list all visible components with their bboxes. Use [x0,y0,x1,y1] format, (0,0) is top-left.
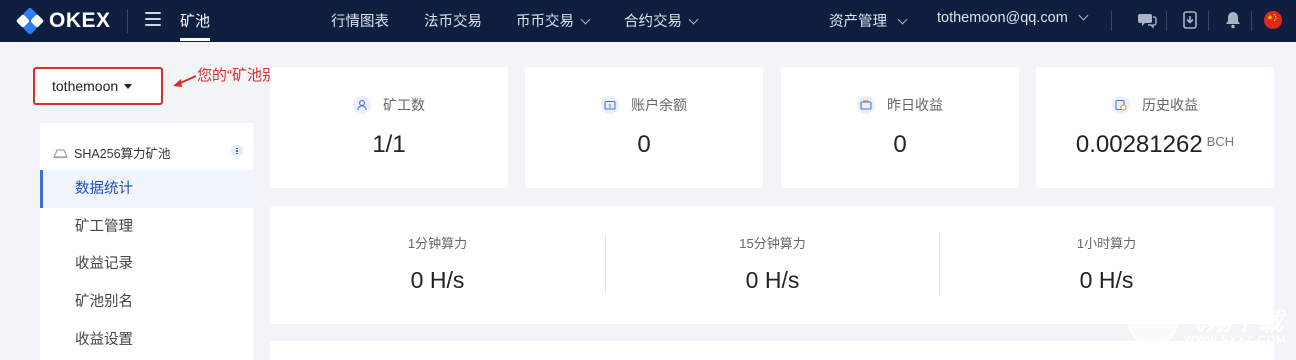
bottom-panel [270,341,1274,360]
stat-label-row: 昨日收益 [781,95,1019,115]
nav-assets-label: 资产管理 [829,14,887,30]
chevron-down-icon [688,14,699,25]
nav-futures[interactable]: 合约交易 [624,10,699,31]
hashrate-value: 0 H/s [1079,267,1134,293]
watermark-url: WWW.FXXZ.COM [1184,334,1287,346]
stat-value: 0.00281262 [1075,131,1203,158]
inbox-icon [857,96,875,114]
topbar-divider [1166,11,1167,31]
nav-market-chart[interactable]: 行情图表 [331,10,389,31]
topbar-divider [1111,11,1112,31]
nav-coin-trading[interactable]: 币币交易 [516,10,591,31]
hashrate-1min: 1分钟算力 0 H/s [270,206,605,324]
sidebar-item-earnings-records[interactable]: 收益记录 [40,245,253,283]
hashrate-15min: 15分钟算力 0 H/s [605,206,940,324]
sidebar: SHA256算力矿池 数据统计 矿工管理 收益记录 矿池别名 收益设置 [40,123,253,360]
pool-icon [53,148,68,158]
history-icon [1112,96,1130,114]
wallet-icon: $ [601,96,619,114]
download-app-icon[interactable] [1180,10,1200,30]
nav-fiat-trading[interactable]: 法币交易 [424,10,482,31]
pool-alias-value: tothemoon [52,78,119,94]
stat-label: 矿工数 [383,97,425,113]
logo-text: OKEX [49,9,111,32]
topbar-divider [1251,11,1252,31]
sidebar-item-pool-alias[interactable]: 矿池别名 [40,283,253,321]
stat-label: 历史收益 [1142,97,1198,113]
stat-unit: BCH [1206,134,1235,149]
sidebar-item-earnings-settings[interactable]: 收益设置 [40,321,253,359]
stat-card-yesterday-earnings: 昨日收益 0 [781,67,1019,188]
hashrate-value: 0 H/s [745,267,800,293]
caret-down-icon [124,83,133,89]
sidebar-item-miner-management[interactable]: 矿工管理 [40,208,253,246]
sidebar-group-header[interactable]: SHA256算力矿池 [53,143,171,162]
china-flag-icon[interactable] [1264,11,1282,29]
menu-icon[interactable] [145,12,161,28]
top-navbar: OKEX 矿池 行情图表 法币交易 币币交易 合约交易 资产管理 tothemo… [0,0,1296,42]
watermark-logo [1128,296,1178,346]
stat-label: 昨日收益 [887,97,943,113]
stat-value: 1/1 [372,131,406,158]
hashrate-label: 15分钟算力 [739,236,806,251]
hashrate-label: 1分钟算力 [407,236,468,251]
nav-coin-trading-label: 币币交易 [516,14,574,30]
bell-icon[interactable] [1223,10,1243,30]
stat-card-balance: $ 账户余额 0 [525,67,763,188]
stat-label-row: $ 账户余额 [525,95,763,115]
pool-alias-dropdown[interactable]: tothemoon [33,67,163,105]
chevron-down-icon [1078,10,1089,21]
stat-value-row: 0.00281262 BCH [1036,131,1274,159]
stat-label-row: 历史收益 [1036,95,1274,115]
stat-value: 0 [893,131,907,158]
sidebar-group-title: SHA256算力矿池 [74,147,171,161]
hashrate-panel: 1分钟算力 0 H/s 15分钟算力 0 H/s 1小时算力 0 H/s [270,206,1274,324]
more-options-icon[interactable] [231,145,243,157]
okex-logo[interactable]: OKEX [16,8,111,34]
topbar-divider [1208,11,1209,31]
hashrate-label: 1小时算力 [1076,236,1137,251]
chevron-down-icon [897,14,908,25]
chat-icon[interactable] [1137,10,1157,30]
watermark-text: 飞翔下载 [1180,308,1285,336]
okex-logo-icon [16,8,44,34]
nav-assets[interactable]: 资产管理 [829,10,908,31]
annotation-arrow-icon [173,75,197,87]
topbar-divider [127,9,128,33]
user-account-menu[interactable]: tothemoon@qq.com [937,10,1089,26]
nav-pool[interactable]: 矿池 [180,10,210,31]
nav-futures-label: 合约交易 [624,14,682,30]
active-nav-underline [180,38,210,41]
stat-card-total-earnings: 历史收益 0.00281262 BCH [1036,67,1274,188]
stat-label: 账户余额 [631,97,687,113]
user-email: tothemoon@qq.com [937,10,1068,26]
stat-card-miners: 矿工数 1/1 [270,67,508,188]
sidebar-item-data-stats[interactable]: 数据统计 [40,170,253,208]
stat-label-row: 矿工数 [270,95,508,115]
svg-text:$: $ [608,104,612,110]
chevron-down-icon [580,14,591,25]
user-icon [353,96,371,114]
stat-value: 0 [637,131,651,158]
hashrate-value: 0 H/s [410,267,465,293]
